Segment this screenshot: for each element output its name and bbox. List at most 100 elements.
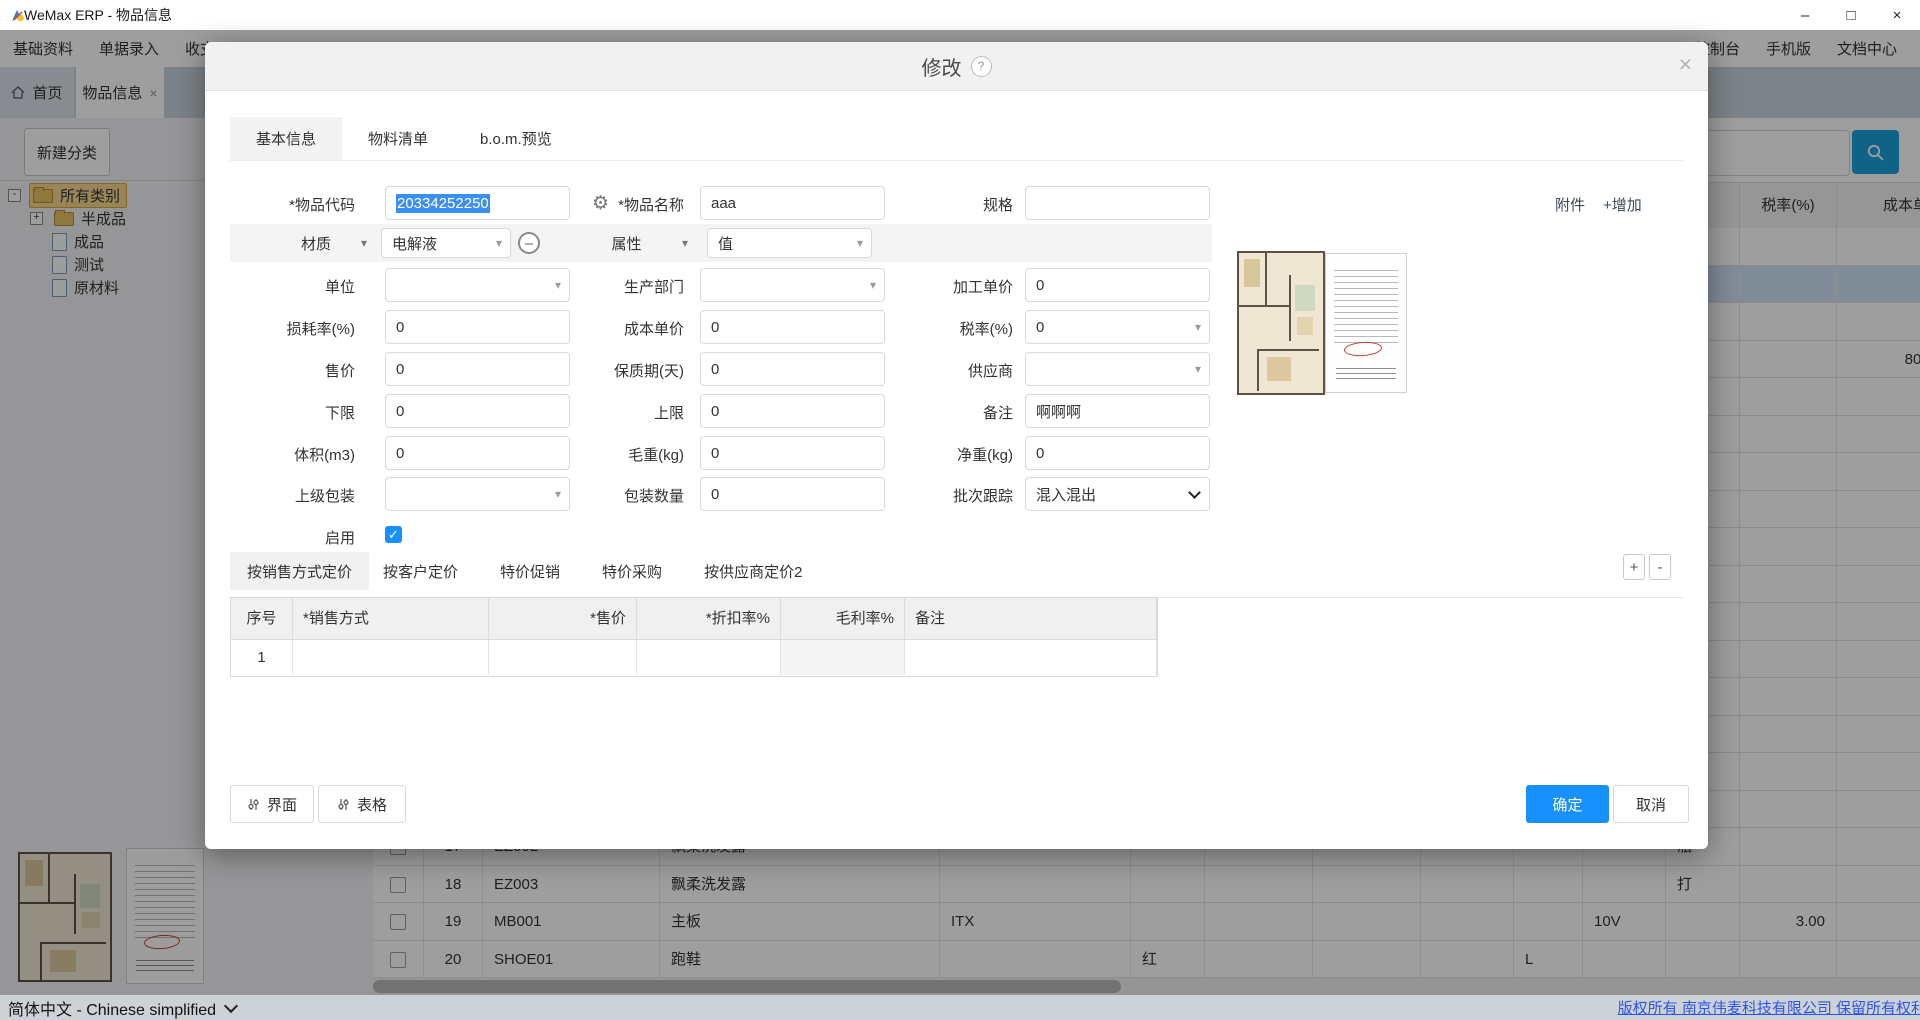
dropdown-arrow-icon: ▾ <box>682 236 688 250</box>
field-value: 0 <box>711 361 719 378</box>
field-label: 售价 <box>205 360 355 380</box>
field-select[interactable]: ▾ <box>1025 352 1210 386</box>
pricing-cell-0[interactable]: 1 <box>231 640 293 675</box>
field-input[interactable]: 啊啊啊 <box>1025 394 1210 428</box>
pricing-tab-0[interactable]: 按销售方式定价 <box>230 552 369 590</box>
chevron-down-icon <box>1188 486 1201 499</box>
enable-label: 启用 <box>205 527 355 548</box>
field-label: 加工单价 <box>863 276 1013 296</box>
field-input[interactable]: aaa <box>700 186 885 220</box>
attachment-document-image[interactable] <box>1325 253 1407 393</box>
field-select[interactable]: ▾ <box>700 268 885 302</box>
field-value: 0 <box>396 361 404 378</box>
enable-checkbox[interactable]: ✓ <box>385 526 402 543</box>
field-label: 供应商 <box>863 360 1013 380</box>
window-title: WeMax ERP - 物品信息 <box>24 5 172 25</box>
field-value: 0 <box>1036 445 1044 462</box>
chevron-down-icon <box>224 998 238 1012</box>
pricing-cell-1[interactable] <box>293 640 489 675</box>
field-label: *物品代码 <box>205 194 355 214</box>
cancel-button[interactable]: 取消 <box>1613 785 1689 823</box>
field-input[interactable]: 0 <box>700 352 885 386</box>
maximize-button[interactable]: □ <box>1828 0 1874 30</box>
attribute-select-label: 属性 <box>611 233 641 254</box>
sliders-icon <box>247 798 260 811</box>
field-input[interactable]: 0 <box>1025 268 1210 302</box>
add-attachment-button[interactable]: +增加 <box>1603 194 1642 215</box>
material-value-select[interactable]: 电解液 ▾ <box>381 228 511 258</box>
pricing-tab-2[interactable]: 特价促销 <box>486 552 574 590</box>
field-input[interactable] <box>1025 186 1210 220</box>
field-input[interactable]: 0 <box>700 477 885 511</box>
field-label: 单位 <box>205 276 355 296</box>
attachment-floorplan-image[interactable] <box>1237 251 1325 395</box>
field-input[interactable]: 0 <box>700 436 885 470</box>
field-label: 批次跟踪 <box>863 485 1013 505</box>
add-row-button[interactable]: + <box>1623 554 1645 580</box>
field-label: 规格 <box>863 194 1013 214</box>
table-settings-label: 表格 <box>357 794 387 815</box>
dropdown-arrow-icon: ▾ <box>1195 320 1201 334</box>
field-value: 0 <box>711 445 719 462</box>
field-label: *物品名称 <box>534 194 684 214</box>
basic-info-form: 材质 ▾ 电解液 ▾ – 属性 ▾ 值 ▾ ⚙ 附件 +增加 启用 ✓ <box>205 42 1708 849</box>
attachments-label: 附件 <box>1555 194 1585 215</box>
status-bar: 简体中文 - Chinese simplified 版权所有 南京伟麦科技有限公… <box>0 995 1920 1020</box>
pricing-cell-3[interactable] <box>637 640 781 675</box>
field-value: 0 <box>396 445 404 462</box>
ui-settings-label: 界面 <box>267 794 297 815</box>
field-select[interactable]: 0▾ <box>1025 310 1210 344</box>
material-select[interactable]: 材质 ▾ <box>255 228 377 258</box>
pricing-column-header-5: 备注 <box>905 598 1157 639</box>
dropdown-arrow-icon: ▾ <box>1195 362 1201 376</box>
dropdown-arrow-icon: ▾ <box>361 236 367 250</box>
field-select[interactable]: 混入混出 <box>1025 477 1210 511</box>
selected-text: 20334252250 <box>396 194 490 213</box>
edit-item-dialog: 修改 ? × 基本信息物料清单b.o.m.预览 材质 ▾ 电解液 ▾ – 属性 … <box>205 42 1708 849</box>
field-input[interactable]: 0 <box>700 394 885 428</box>
field-label: 上限 <box>534 402 684 422</box>
material-select-label: 材质 <box>301 233 331 254</box>
remove-row-button[interactable]: - <box>1649 554 1671 580</box>
attribute-select[interactable]: 属性 ▾ <box>555 228 698 258</box>
pricing-cell-4 <box>781 640 905 675</box>
pricing-tab-4[interactable]: 按供应商定价2 <box>690 552 816 590</box>
field-value: 0 <box>1036 319 1044 336</box>
dropdown-arrow-icon: ▾ <box>857 236 863 250</box>
field-value: 0 <box>711 319 719 336</box>
close-window-button[interactable]: × <box>1874 0 1920 30</box>
field-label: 损耗率(%) <box>205 318 355 338</box>
field-value: 0 <box>711 403 719 420</box>
os-title-bar: WeMax ERP - 物品信息 – □ × <box>0 0 1920 31</box>
minimize-button[interactable]: – <box>1782 0 1828 30</box>
dropdown-arrow-icon: ▾ <box>496 236 502 250</box>
field-value: 0 <box>1036 277 1044 294</box>
field-label: 成本单价 <box>534 318 684 338</box>
pricing-tab-3[interactable]: 特价采购 <box>588 552 676 590</box>
app-icon <box>9 7 26 24</box>
field-label: 税率(%) <box>863 318 1013 338</box>
field-label: 下限 <box>205 402 355 422</box>
field-label: 包装数量 <box>534 485 684 505</box>
pricing-tab-1[interactable]: 按客户定价 <box>369 552 472 590</box>
sliders-icon <box>337 798 350 811</box>
attribute-value-select[interactable]: 值 ▾ <box>707 228 872 258</box>
field-value: 0 <box>396 319 404 336</box>
field-label: 毛重(kg) <box>534 444 684 464</box>
field-value: 混入混出 <box>1036 484 1096 505</box>
field-value: aaa <box>711 195 736 212</box>
pricing-table-row: 1 <box>230 640 1158 677</box>
copyright-link[interactable]: 版权所有 南京伟麦科技有限公司 保留所有权利 <box>1618 997 1920 1018</box>
field-label: 体积(m3) <box>205 444 355 464</box>
table-settings-button[interactable]: 表格 <box>318 785 406 823</box>
field-input[interactable]: 0 <box>700 310 885 344</box>
language-selector[interactable]: 简体中文 - Chinese simplified <box>8 996 236 1020</box>
field-value: 啊啊啊 <box>1036 401 1081 422</box>
remove-attribute-icon[interactable]: – <box>518 232 540 254</box>
confirm-button[interactable]: 确定 <box>1526 785 1609 823</box>
pricing-cell-5[interactable] <box>905 640 1157 675</box>
ui-settings-button[interactable]: 界面 <box>230 785 314 823</box>
field-input[interactable]: 0 <box>1025 436 1210 470</box>
pricing-cell-2[interactable] <box>489 640 637 675</box>
pricing-column-header-3: *折扣率% <box>637 598 781 639</box>
